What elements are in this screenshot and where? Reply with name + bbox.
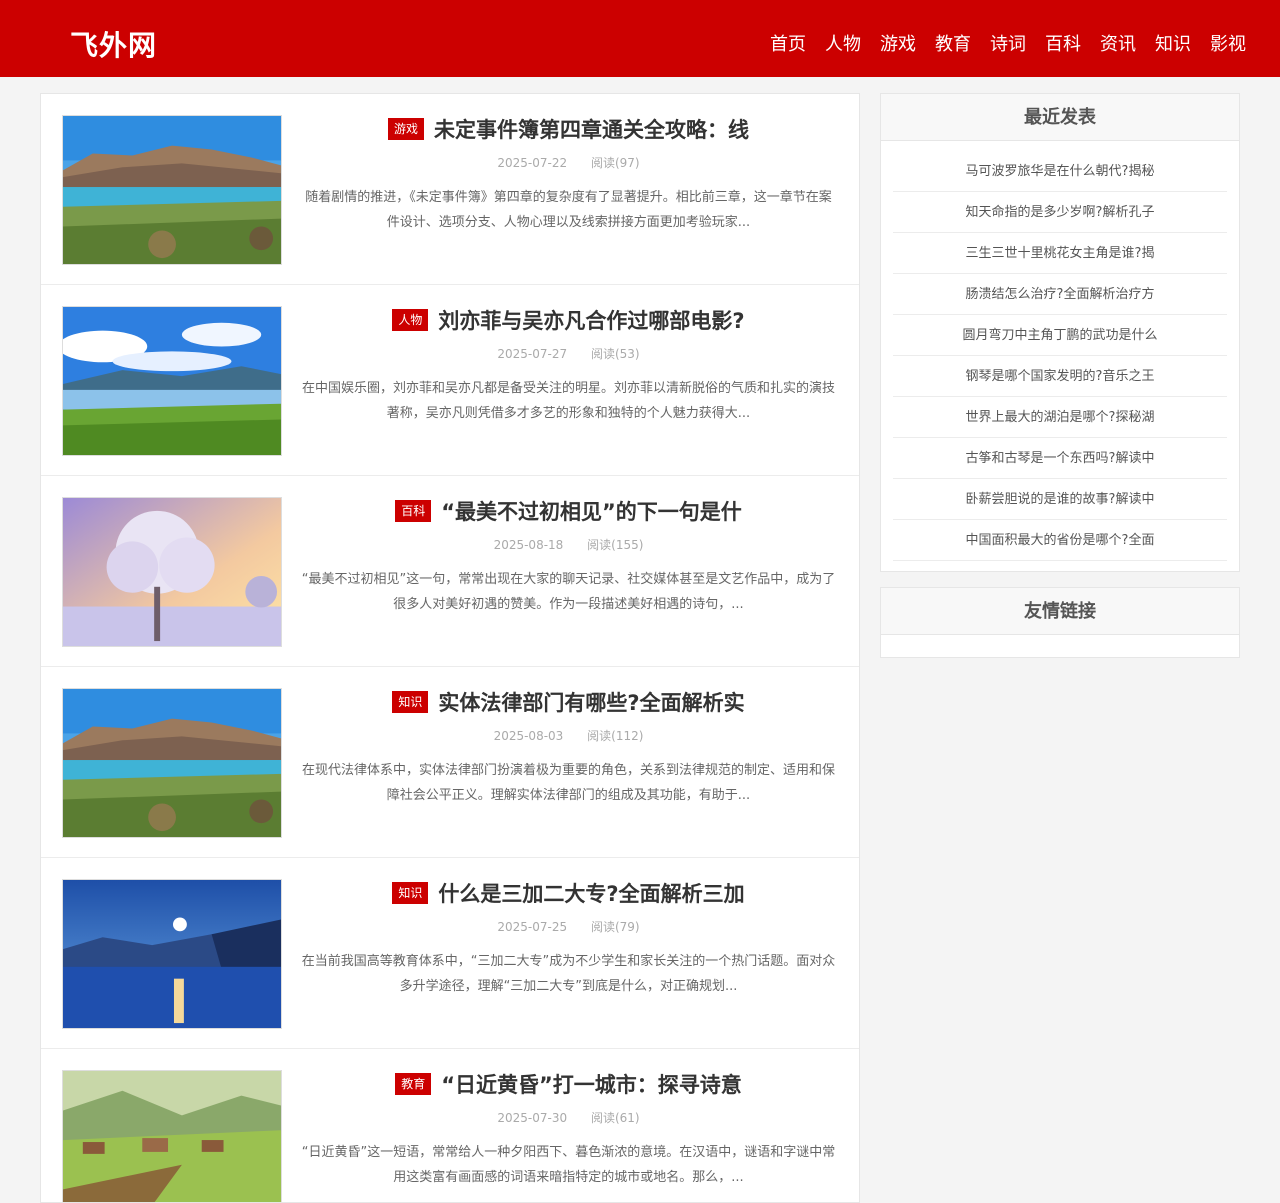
post-views: 阅读(53) [590,347,640,361]
category-badge[interactable]: 知识 [392,882,429,904]
site-logo[interactable]: 飞外网 [70,24,157,64]
post-views: 阅读(79) [590,920,640,934]
post-title[interactable]: 未定事件簿第四章通关全攻略：线 [434,114,749,144]
nav-item-people[interactable]: 人物 [825,33,861,57]
recent-post-link[interactable]: 圆月弯刀中主角丁鹏的武功是什么 [893,315,1227,356]
recent-post-link[interactable]: 中国面积最大的省份是哪个?全面 [893,520,1227,561]
main-nav: 首页 人物 游戏 教育 诗词 百科 资讯 知识 影视 [751,33,1246,57]
post-date: 2025-07-27 [497,347,568,361]
post-excerpt: “最美不过初相见”这一句，常常出现在大家的聊天记录、社交媒体甚至是文艺作品中，成… [301,572,836,612]
post-excerpt: 在当前我国高等教育体系中，“三加二大专”成为不少学生和家长关注的一个热门话题。面… [301,954,836,994]
post-item: 人物 刘亦菲与吴亦凡合作过哪部电影? 2025-07-27 阅读(53) 在中国… [41,285,859,476]
post-thumbnail[interactable] [62,306,282,456]
recent-post-link[interactable]: 肠溃结怎么治疗?全面解析治疗方 [893,274,1227,315]
nav-item-poetry[interactable]: 诗词 [990,33,1026,57]
post-list: 游戏 未定事件簿第四章通关全攻略：线 2025-07-22 阅读(97) 随着剧… [40,93,860,1203]
post-title[interactable]: “日近黄昏”打一城市：探寻诗意 [441,1069,742,1099]
recent-posts-list: 马可波罗旅华是在什么朝代?揭秘 知天命指的是多少岁啊?解析孔子 三生三世十里桃花… [881,141,1239,561]
post-item: 知识 实体法律部门有哪些?全面解析实 2025-08-03 阅读(112) 在现… [41,667,859,858]
post-title[interactable]: 什么是三加二大专?全面解析三加 [438,878,744,908]
category-badge[interactable]: 人物 [392,309,429,331]
post-thumbnail[interactable] [62,1070,282,1202]
recent-posts-widget: 最近发表 马可波罗旅华是在什么朝代?揭秘 知天命指的是多少岁啊?解析孔子 三生三… [880,93,1240,572]
post-views: 阅读(112) [587,729,644,743]
post-date: 2025-07-30 [497,1111,568,1125]
post-excerpt: 在现代法律体系中，实体法律部门扮演着极为重要的角色，关系到法律规范的制定、适用和… [301,763,835,803]
nav-item-home[interactable]: 首页 [770,33,806,57]
nav-item-news[interactable]: 资讯 [1100,33,1136,57]
post-views: 阅读(61) [590,1111,640,1125]
site-header: 飞外网 首页 人物 游戏 教育 诗词 百科 资讯 知识 影视 [0,0,1280,77]
friend-links-title: 友情链接 [881,588,1239,635]
nav-item-knowledge[interactable]: 知识 [1155,33,1191,57]
category-badge[interactable]: 教育 [395,1073,432,1095]
post-meta: 2025-08-18 阅读(155) [301,536,836,553]
post-item: 知识 什么是三加二大专?全面解析三加 2025-07-25 阅读(79) 在当前… [41,858,859,1049]
category-badge[interactable]: 知识 [392,691,429,713]
post-views: 阅读(155) [587,538,644,552]
category-badge[interactable]: 游戏 [387,118,424,140]
recent-post-link[interactable]: 古筝和古琴是一个东西吗?解读中 [893,438,1227,479]
post-thumbnail[interactable] [62,497,282,647]
recent-post-link[interactable]: 马可波罗旅华是在什么朝代?揭秘 [893,151,1227,192]
post-item: 游戏 未定事件簿第四章通关全攻略：线 2025-07-22 阅读(97) 随着剧… [41,94,859,285]
nav-item-encyclopedia[interactable]: 百科 [1045,33,1081,57]
nav-item-games[interactable]: 游戏 [880,33,916,57]
post-date: 2025-08-03 [493,729,564,743]
recent-post-link[interactable]: 钢琴是哪个国家发明的?音乐之王 [893,356,1227,397]
post-date: 2025-07-25 [497,920,568,934]
post-views: 阅读(97) [590,156,640,170]
post-title[interactable]: “最美不过初相见”的下一句是什 [441,496,742,526]
friend-links-widget: 友情链接 [880,587,1240,658]
post-item: 教育 “日近黄昏”打一城市：探寻诗意 2025-07-30 阅读(61) “日近… [41,1049,859,1202]
post-excerpt: 随着剧情的推进，《未定事件簿》第四章的复杂度有了显著提升。相比前三章，这一章节在… [305,190,832,230]
recent-post-link[interactable]: 知天命指的是多少岁啊?解析孔子 [893,192,1227,233]
category-badge[interactable]: 百科 [395,500,432,522]
recent-post-link[interactable]: 三生三世十里桃花女主角是谁?揭 [893,233,1227,274]
post-item: 百科 “最美不过初相见”的下一句是什 2025-08-18 阅读(155) “最… [41,476,859,667]
post-thumbnail[interactable] [62,879,282,1029]
recent-posts-title: 最近发表 [881,94,1239,141]
nav-item-education[interactable]: 教育 [935,33,971,57]
post-title[interactable]: 刘亦菲与吴亦凡合作过哪部电影? [438,305,744,335]
post-meta: 2025-08-03 阅读(112) [301,727,836,744]
post-excerpt: 在中国娱乐圈，刘亦菲和吴亦凡都是备受关注的明星。刘亦菲以清新脱俗的气质和扎实的演… [301,381,835,421]
post-title[interactable]: 实体法律部门有哪些?全面解析实 [438,687,744,717]
nav-item-film[interactable]: 影视 [1210,33,1246,57]
post-thumbnail[interactable] [62,688,282,838]
post-excerpt: “日近黄昏”这一短语，常常给人一种夕阳西下、暮色渐浓的意境。在汉语中，谜语和字谜… [301,1145,836,1185]
post-thumbnail[interactable] [62,115,282,265]
recent-post-link[interactable]: 世界上最大的湖泊是哪个?探秘湖 [893,397,1227,438]
post-meta: 2025-07-25 阅读(79) [301,918,836,935]
post-meta: 2025-07-22 阅读(97) [301,154,836,171]
post-date: 2025-08-18 [493,538,564,552]
post-meta: 2025-07-30 阅读(61) [301,1109,836,1126]
post-meta: 2025-07-27 阅读(53) [301,345,836,362]
recent-post-link[interactable]: 卧薪尝胆说的是谁的故事?解读中 [893,479,1227,520]
post-date: 2025-07-22 [497,156,568,170]
